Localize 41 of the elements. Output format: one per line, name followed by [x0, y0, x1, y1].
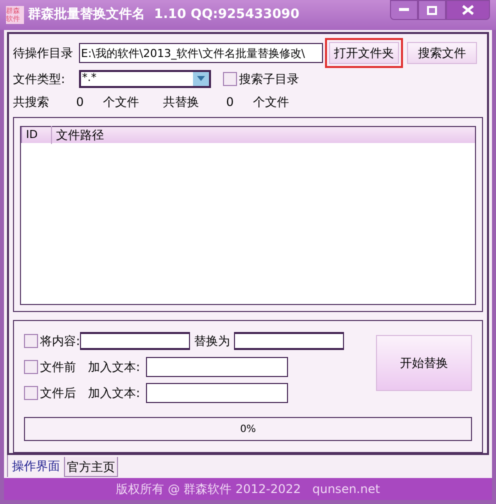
stat-unit: 个文件: [103, 94, 140, 112]
progress-reading: 0%: [239, 422, 257, 437]
checkbox-label: 搜索子目录: [239, 70, 299, 88]
action-button[interactable]: 搜索文件: [407, 42, 477, 64]
field-label: 加入文本:: [88, 359, 140, 376]
maximize-button[interactable]: [418, 0, 446, 20]
field-label: 加入文本:: [88, 385, 140, 402]
checkbox[interactable]: [24, 360, 38, 374]
stat-label: 共替换: [163, 94, 200, 112]
minimize-button[interactable]: [390, 0, 418, 20]
checkbox[interactable]: [223, 72, 237, 86]
text-field[interactable]: [146, 383, 288, 404]
checkbox[interactable]: [24, 334, 38, 348]
maximize-icon: [427, 6, 437, 14]
checkbox-label: 文件后: [40, 385, 77, 402]
checkbox[interactable]: [24, 386, 38, 400]
field-label: 文件类型:: [13, 70, 66, 88]
action-button[interactable]: 打开文件夹: [329, 42, 399, 64]
close-button[interactable]: [446, 0, 490, 20]
checkbox-label: 文件前: [40, 359, 77, 376]
checkbox-label: 将内容:: [40, 333, 80, 350]
field-label: 待操作目录: [13, 45, 74, 62]
text-field[interactable]: [234, 332, 344, 350]
stat-value: 0: [225, 94, 235, 112]
stat-value: 0: [75, 94, 85, 112]
field-label: 替换为: [194, 333, 230, 350]
window-title: 群森批量替换文件名 1.10 QQ:925433090: [28, 6, 300, 24]
stat-unit: 个文件: [253, 94, 290, 112]
column-header[interactable]: 文件路径: [51, 126, 475, 144]
column-header[interactable]: ID: [21, 126, 51, 144]
close-icon: [462, 5, 474, 15]
tab[interactable]: 官方主页: [64, 457, 118, 477]
caret-icon: [193, 72, 209, 86]
text-field[interactable]: [80, 332, 190, 350]
status-text: 版权所有 @ 群森软件 2012-2022 qunsen.net: [116, 481, 380, 498]
file-type-dropdown[interactable]: *.*: [79, 70, 211, 88]
stat-label: 共搜索: [13, 94, 50, 112]
text-field[interactable]: [146, 357, 288, 378]
start-replace-button[interactable]: 开始替换: [376, 335, 472, 392]
directory-field[interactable]: E:\我的软件\2013_软件\文件名批量替换修改\: [79, 43, 323, 63]
minimize-icon: [399, 8, 409, 12]
